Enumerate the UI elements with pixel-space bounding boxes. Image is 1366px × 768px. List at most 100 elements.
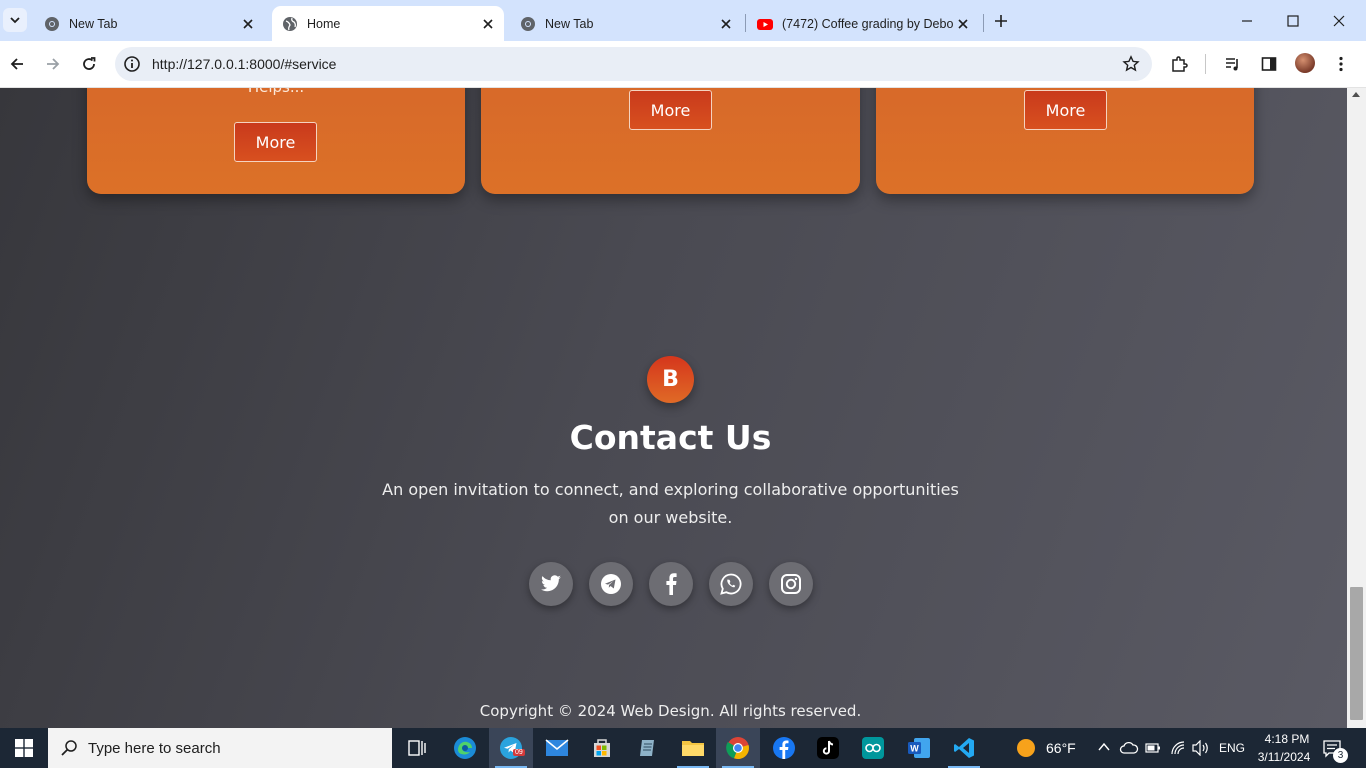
onedrive-icon[interactable] xyxy=(1119,740,1139,756)
address-bar[interactable]: http://127.0.0.1:8000/#service xyxy=(115,47,1152,81)
taskbar-tiktok[interactable] xyxy=(806,728,850,768)
facebook-icon xyxy=(773,737,795,759)
taskbar-store[interactable] xyxy=(580,728,624,768)
taskbar-file-explorer[interactable] xyxy=(671,728,715,768)
social-links xyxy=(529,562,813,606)
weather-widget[interactable] xyxy=(1004,728,1048,768)
facebook-link[interactable] xyxy=(649,562,693,606)
chrome-icon xyxy=(521,16,535,31)
tab-new-tab-2[interactable]: New Tab xyxy=(510,6,742,41)
twitter-link[interactable] xyxy=(529,562,573,606)
search-icon xyxy=(61,740,77,756)
taskbar-search[interactable]: Type here to search xyxy=(48,728,392,768)
chevron-up-icon[interactable] xyxy=(1098,742,1110,752)
search-placeholder: Type here to search xyxy=(88,740,221,757)
browser-toolbar: http://127.0.0.1:8000/#service xyxy=(0,41,1366,88)
weather-temp[interactable]: 66°F xyxy=(1046,740,1076,756)
instagram-link[interactable] xyxy=(769,562,813,606)
windows-logo-icon xyxy=(15,739,33,757)
close-icon[interactable] xyxy=(240,16,256,32)
profile-avatar[interactable] xyxy=(1295,53,1315,73)
tab-search-button[interactable] xyxy=(3,8,27,32)
taskbar-chrome[interactable] xyxy=(716,728,760,768)
taskbar: Type here to search 09 W 66°F ENG 4:18 P… xyxy=(0,728,1366,768)
service-card: More xyxy=(481,88,860,194)
start-button[interactable] xyxy=(0,728,48,768)
close-icon[interactable] xyxy=(480,16,496,32)
taskbar-edge[interactable] xyxy=(443,728,487,768)
back-button[interactable] xyxy=(4,51,30,77)
clock-time[interactable]: 4:18 PM xyxy=(1257,732,1317,746)
side-panel-button[interactable] xyxy=(1256,51,1282,77)
close-icon[interactable] xyxy=(718,16,734,32)
contact-description: An open invitation to connect, and explo… xyxy=(382,480,959,527)
reload-icon xyxy=(83,57,96,70)
taskbar-app[interactable] xyxy=(626,728,670,768)
store-icon xyxy=(594,739,610,757)
tab-youtube[interactable]: (7472) Coffee grading by Debo xyxy=(747,6,979,41)
service-card: More xyxy=(876,88,1254,194)
scroll-up-arrow-icon[interactable] xyxy=(1352,92,1360,97)
tab-new-tab-1[interactable]: New Tab xyxy=(34,6,264,41)
service-card-text: Helps... xyxy=(87,88,465,96)
menu-button[interactable] xyxy=(1328,51,1354,77)
contact-title: Contact Us xyxy=(569,418,772,457)
new-tab-button[interactable] xyxy=(990,10,1012,32)
info-icon[interactable] xyxy=(123,55,141,73)
maximize-button[interactable] xyxy=(1270,0,1316,41)
service-card: Helps... More xyxy=(87,88,465,194)
notepad-icon xyxy=(640,740,654,756)
tab-title: New Tab xyxy=(69,16,118,31)
folder-icon xyxy=(682,741,704,756)
youtube-icon xyxy=(757,18,773,30)
close-icon[interactable] xyxy=(955,16,971,32)
taskbar-facebook[interactable] xyxy=(762,728,806,768)
reload-button[interactable] xyxy=(76,51,102,77)
forward-button[interactable] xyxy=(40,51,66,77)
taskbar-arduino[interactable] xyxy=(851,728,895,768)
toolbar-divider xyxy=(1205,54,1206,74)
close-icon xyxy=(1333,15,1345,26)
media-control-button[interactable] xyxy=(1220,51,1246,77)
page-content: Helps... More More More B Contact Us An … xyxy=(0,88,1347,728)
taskbar-vscode[interactable] xyxy=(942,728,986,768)
extensions-button[interactable] xyxy=(1166,51,1192,77)
chevron-down-icon xyxy=(10,17,20,24)
page-scrollbar[interactable] xyxy=(1347,88,1366,728)
chrome-icon xyxy=(45,16,59,31)
chrome-icon xyxy=(726,737,749,760)
taskbar-telegram[interactable] xyxy=(489,728,533,768)
taskbar-word[interactable]: W xyxy=(897,728,941,768)
tab-home[interactable]: Home xyxy=(272,6,504,41)
telegram-link[interactable] xyxy=(589,562,633,606)
telegram-badge: 09 xyxy=(513,749,525,756)
word-icon: W xyxy=(908,738,930,758)
more-button[interactable]: More xyxy=(234,122,317,162)
window-close-button[interactable] xyxy=(1316,0,1362,41)
battery-icon[interactable] xyxy=(1145,741,1161,755)
minimize-button[interactable] xyxy=(1224,0,1270,41)
kebab-menu-icon xyxy=(1339,56,1343,72)
clock-date[interactable]: 3/11/2024 xyxy=(1251,750,1317,764)
url-text[interactable]: http://127.0.0.1:8000/#service xyxy=(152,56,336,72)
star-icon[interactable] xyxy=(1122,55,1140,73)
task-view-button[interactable] xyxy=(394,728,438,768)
facebook-icon xyxy=(666,573,677,595)
language-indicator[interactable]: ENG xyxy=(1219,741,1245,755)
volume-icon[interactable] xyxy=(1192,740,1210,756)
more-button[interactable]: More xyxy=(1024,90,1107,130)
svg-text:W: W xyxy=(910,744,919,754)
more-button[interactable]: More xyxy=(629,90,712,130)
tab-strip: New Tab Home New Tab (7472) Coffee gradi… xyxy=(0,0,1366,41)
tab-divider xyxy=(745,14,746,32)
whatsapp-link[interactable] xyxy=(709,562,753,606)
tab-title: (7472) Coffee grading by Debo xyxy=(782,16,954,31)
scrollbar-thumb[interactable] xyxy=(1350,587,1363,720)
vscode-icon xyxy=(954,738,974,758)
taskbar-mail[interactable] xyxy=(535,728,579,768)
wifi-icon[interactable] xyxy=(1170,740,1186,756)
puzzle-icon xyxy=(1172,56,1188,72)
edge-icon xyxy=(454,737,476,759)
notification-count: 3 xyxy=(1333,748,1348,763)
instagram-icon xyxy=(781,574,801,594)
